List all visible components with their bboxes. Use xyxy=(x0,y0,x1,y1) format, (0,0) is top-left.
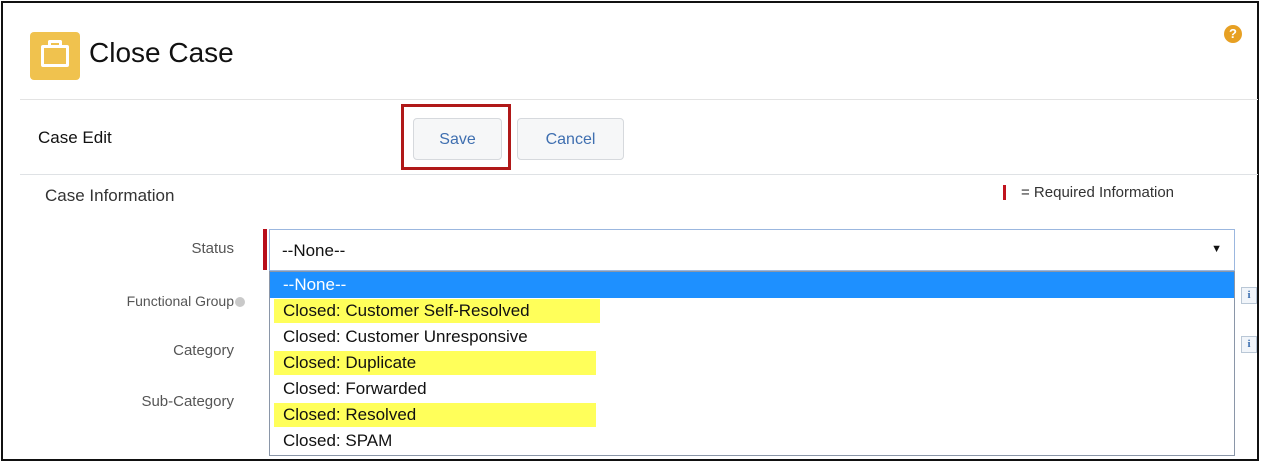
page-title: Close Case xyxy=(89,37,234,68)
section-title: Case Information xyxy=(45,186,175,205)
category-label: Category xyxy=(173,342,234,359)
info-icon[interactable]: i xyxy=(1241,336,1257,353)
chevron-down-icon[interactable]: ▼ xyxy=(1211,243,1222,255)
status-select[interactable]: --None-- ▼ xyxy=(269,229,1235,271)
status-select-value: --None-- xyxy=(282,241,346,260)
edit-title: Case Edit xyxy=(38,128,112,147)
dropdown-option[interactable]: Closed: Duplicate xyxy=(270,350,1234,376)
status-required-bar xyxy=(263,229,267,270)
save-annotation-box xyxy=(401,104,511,170)
cancel-button[interactable]: Cancel xyxy=(517,118,624,160)
functional-group-label: Functional Group xyxy=(127,293,245,309)
dropdown-option[interactable]: Closed: Customer Unresponsive xyxy=(270,324,1234,350)
dropdown-option[interactable]: Closed: Customer Self-Resolved xyxy=(270,298,1234,324)
section-divider xyxy=(20,174,1258,175)
sub-category-label: Sub-Category xyxy=(141,393,234,410)
title-divider xyxy=(20,99,1258,100)
status-dropdown-list[interactable]: --None-- Closed: Customer Self-Resolved … xyxy=(269,271,1235,456)
functional-group-label-text: Functional Group xyxy=(126,293,234,309)
dropdown-option[interactable]: Closed: Resolved xyxy=(270,402,1234,428)
briefcase-icon xyxy=(30,32,80,80)
status-label: Status xyxy=(191,240,234,257)
dropdown-option[interactable]: Closed: SPAM xyxy=(270,428,1234,454)
info-hint-icon[interactable] xyxy=(235,297,245,308)
info-icon[interactable]: i xyxy=(1241,287,1257,304)
required-legend: = Required Information xyxy=(1021,184,1175,201)
required-marker-icon xyxy=(1003,185,1006,200)
dropdown-option[interactable]: Closed: Forwarded xyxy=(270,376,1234,402)
screenshot-frame: Close Case ? Case Edit Save Cancel Case … xyxy=(1,1,1259,461)
dropdown-option[interactable]: --None-- xyxy=(270,272,1234,298)
help-icon[interactable]: ? xyxy=(1224,25,1242,43)
